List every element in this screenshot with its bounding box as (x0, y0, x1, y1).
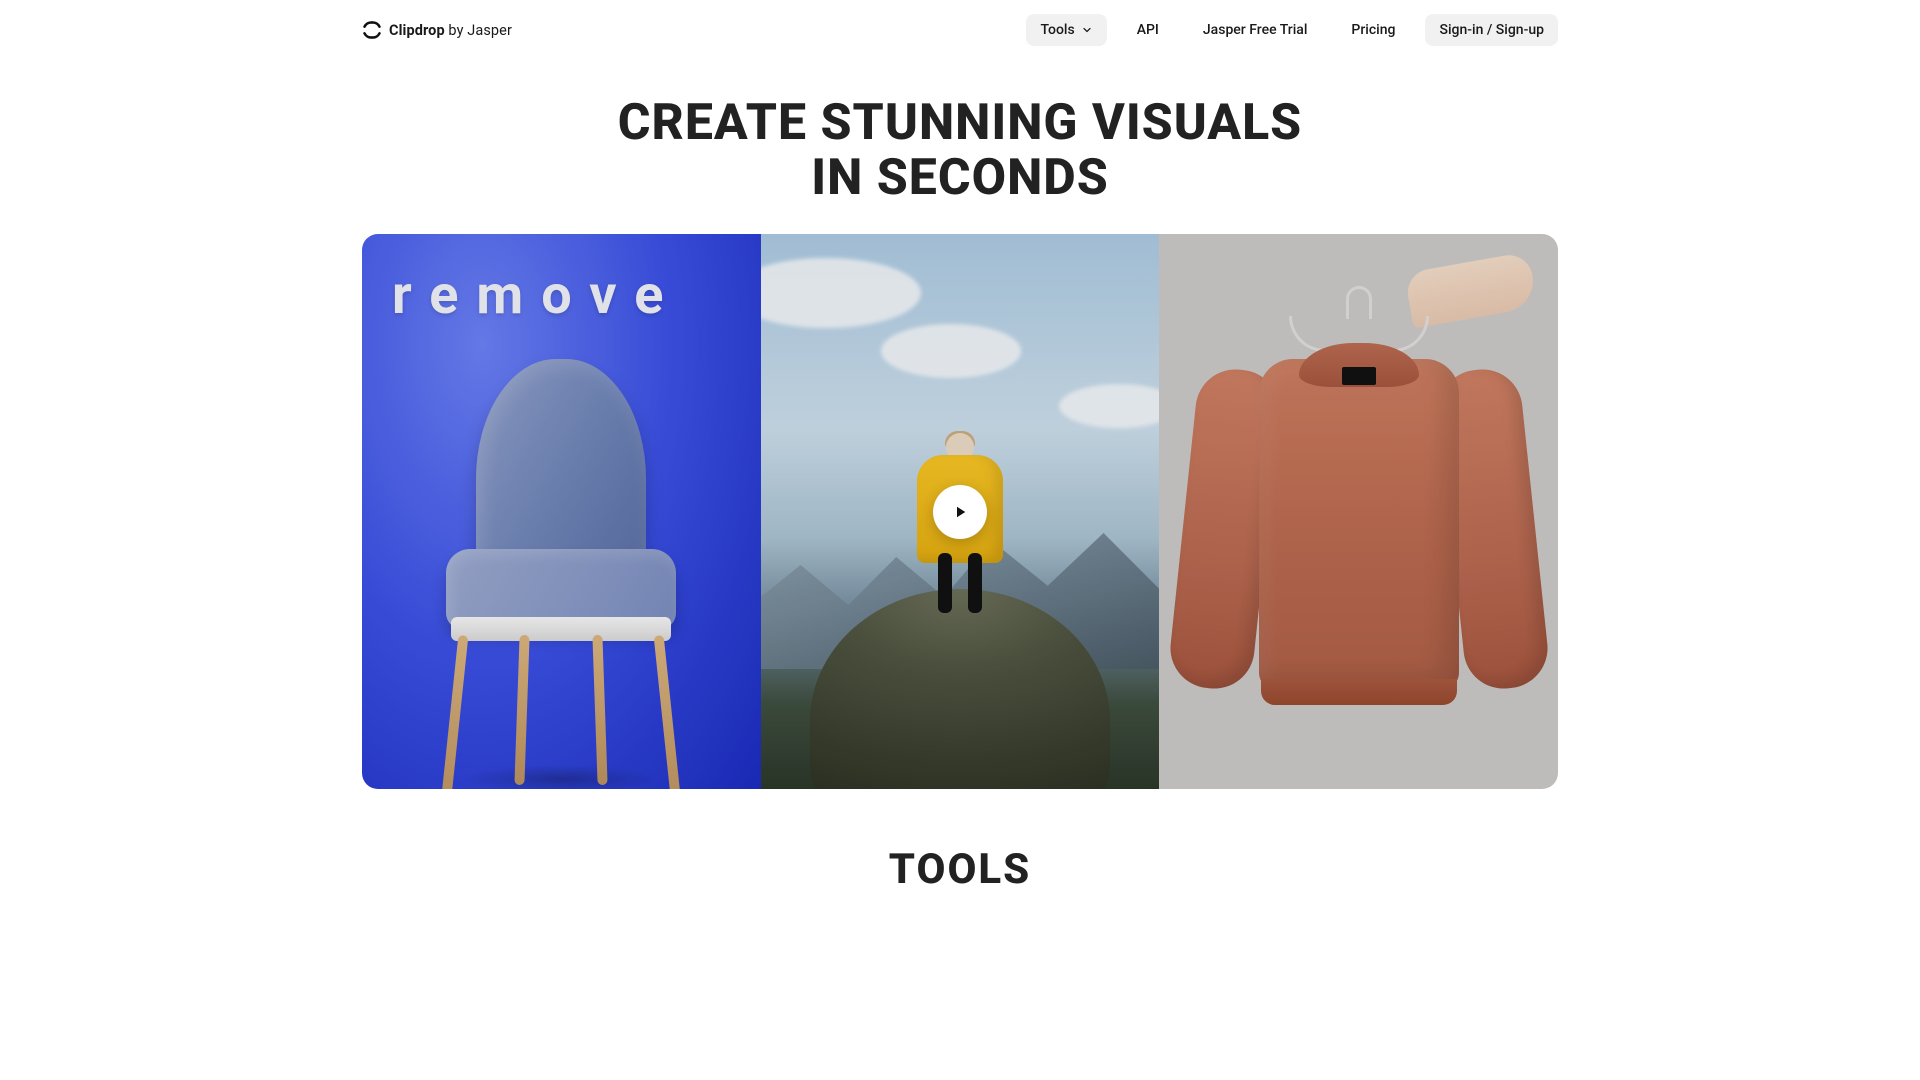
play-icon (951, 503, 969, 521)
nav-pricing-label: Pricing (1351, 22, 1395, 38)
hero-panel-jacket (1159, 234, 1558, 789)
nav-api-link[interactable]: API (1123, 14, 1173, 46)
brand-text: Clipdrop by Jasper (389, 22, 512, 39)
nav-signin-button[interactable]: Sign-in / Sign-up (1425, 14, 1558, 46)
brand[interactable]: Clipdrop by Jasper (362, 20, 512, 40)
nav-trial-label: Jasper Free Trial (1203, 22, 1308, 38)
hanger-illustration (1289, 316, 1429, 352)
jacket-illustration (1209, 349, 1509, 749)
nav-signin-label: Sign-in / Sign-up (1439, 22, 1544, 38)
hero-overlay-text: remove (392, 264, 681, 327)
hero-panel-chair: remove (362, 234, 761, 789)
site-header: Clipdrop by Jasper Tools API Jasper Free… (362, 0, 1558, 54)
hero-video-banner[interactable]: remove (362, 234, 1558, 789)
top-nav: Tools API Jasper Free Trial Pricing Sign… (1026, 14, 1558, 46)
nav-api-label: API (1137, 22, 1159, 38)
nav-tools-label: Tools (1040, 22, 1074, 38)
brand-logo-icon (362, 20, 382, 40)
chair-illustration (431, 359, 691, 789)
hero-headline: CREATE STUNNING VISUALS IN SECONDS (362, 96, 1558, 206)
hand-illustration (1404, 251, 1538, 328)
play-video-button[interactable] (933, 485, 987, 539)
nav-pricing-link[interactable]: Pricing (1337, 14, 1409, 46)
chevron-down-icon (1081, 24, 1093, 36)
nav-tools-dropdown[interactable]: Tools (1026, 14, 1106, 46)
tools-section-heading: TOOLS (362, 845, 1558, 894)
nav-trial-link[interactable]: Jasper Free Trial (1189, 14, 1322, 46)
